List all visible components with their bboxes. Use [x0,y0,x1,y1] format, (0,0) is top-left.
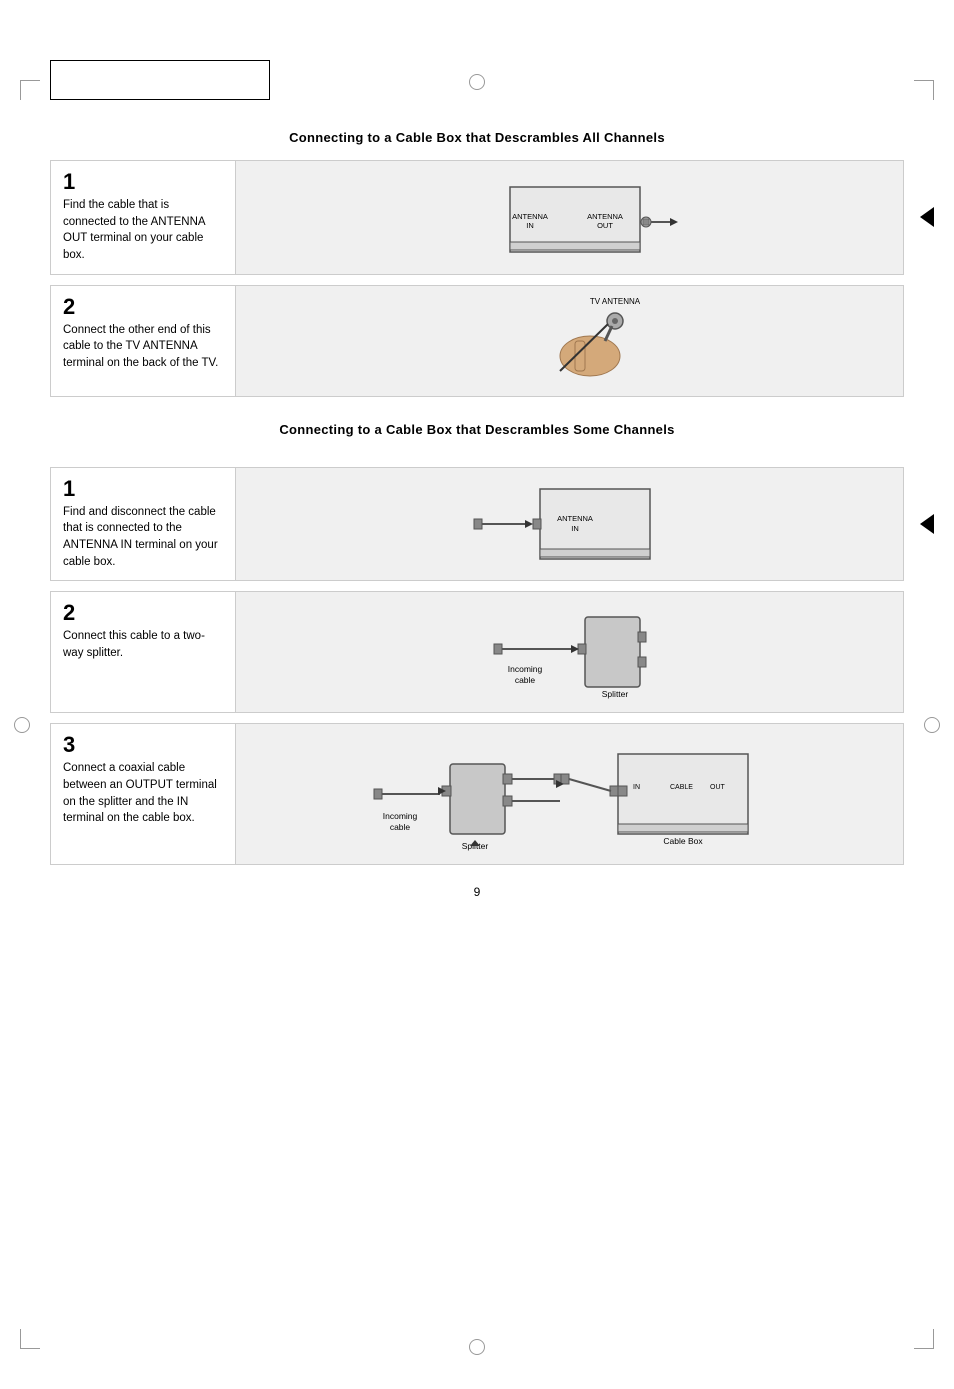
side-mark-left [14,717,30,733]
section1-title: Connecting to a Cable Box that Descrambl… [50,130,904,145]
svg-text:IN: IN [526,221,534,230]
svg-text:IN: IN [633,784,640,791]
section2-step3-text: 3 Connect a coaxial cable between an OUT… [51,724,236,864]
svg-text:ANTENNA: ANTENNA [512,212,548,221]
svg-text:OUT: OUT [710,784,726,791]
step1-arrow [920,207,934,227]
section1: Connecting to a Cable Box that Descrambl… [50,130,904,397]
section2-title: Connecting to a Cable Box that Descrambl… [50,422,904,437]
section1-step2-text: 2 Connect the other end of this cable to… [51,286,236,396]
svg-text:IN: IN [571,524,579,533]
section1-step2: 2 Connect the other end of this cable to… [50,285,904,397]
svg-text:Cable Box: Cable Box [663,836,703,846]
center-mark-top [469,74,485,90]
header-box [50,60,270,100]
step-number: 2 [63,602,223,624]
section2-step1-diagram: ANTENNA IN [236,468,903,581]
section2-step1-text: 1 Find and disconnect the cable that is … [51,468,236,581]
svg-text:Incoming: Incoming [382,811,417,821]
step-number: 3 [63,734,223,756]
section1-step1: 1 Find the cable that is connected to th… [50,160,904,275]
corner-mark-tr [914,80,934,100]
section2-step3-diagram: IN CABLE OUT Incoming ca [236,724,903,864]
diagram-svg-5: IN CABLE OUT Incoming ca [360,724,780,864]
side-mark-right [924,717,940,733]
corner-mark-tl [20,80,40,100]
center-mark-bottom [469,1339,485,1355]
step-number: 2 [63,296,223,318]
svg-text:OUT: OUT [597,221,613,230]
step1-s2-arrow [920,514,934,534]
diagram-svg-2: TV ANTENNA [460,286,680,396]
svg-text:Incoming: Incoming [507,664,542,674]
step-number: 1 [63,478,223,500]
corner-mark-bl [20,1329,40,1349]
corner-mark-br [914,1329,934,1349]
diagram-svg-1: ANTENNA IN ANTENNA OUT [460,167,680,267]
svg-text:TV ANTENNA: TV ANTENNA [589,297,640,306]
section2: Connecting to a Cable Box that Descrambl… [50,422,904,866]
section1-step2-diagram: TV ANTENNA [236,286,903,396]
svg-text:cable: cable [514,675,535,685]
section2-step2-text: 2 Connect this cable to a two-way splitt… [51,592,236,712]
svg-text:ANTENNA: ANTENNA [587,212,623,221]
step-number: 1 [63,171,223,193]
section2-step1: 1 Find and disconnect the cable that is … [50,467,904,582]
section1-step1-diagram: ANTENNA IN ANTENNA OUT [236,161,903,274]
svg-text:ANTENNA: ANTENNA [557,514,593,523]
page-number: 9 [50,885,904,899]
section2-step3: 3 Connect a coaxial cable between an OUT… [50,723,904,865]
svg-text:Splitter: Splitter [601,689,628,699]
diagram-svg-3: ANTENNA IN [460,469,680,579]
svg-text:cable: cable [389,822,410,832]
section2-step2-diagram: Incoming cable Splitter [236,592,903,712]
svg-text:CABLE: CABLE [670,784,693,791]
section2-step2: 2 Connect this cable to a two-way splitt… [50,591,904,713]
diagram-svg-4: Incoming cable Splitter [460,592,680,712]
section1-step1-text: 1 Find the cable that is connected to th… [51,161,236,274]
